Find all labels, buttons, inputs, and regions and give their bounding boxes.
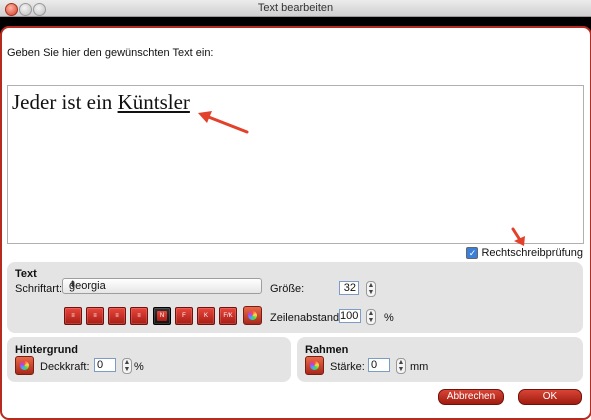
thickness-stepper[interactable]: ▲ ▼ <box>396 358 406 374</box>
opacity-percent: % <box>134 361 144 373</box>
italic-button[interactable]: K <box>197 307 215 325</box>
opacity-label: Deckkraft: <box>40 361 90 373</box>
size-stepper[interactable]: ▲ ▼ <box>366 281 376 297</box>
thickness-unit: mm <box>410 361 429 373</box>
line-spacing-input[interactable]: 100 <box>339 309 361 323</box>
bold-italic-button[interactable]: F/K <box>219 307 237 325</box>
annotation-arrow-icon <box>198 111 249 134</box>
text-color-icon[interactable] <box>243 306 262 325</box>
border-panel-header: Rahmen <box>305 344 349 356</box>
align-left-button[interactable]: ≡ <box>64 307 82 325</box>
opacity-input[interactable]: 0 <box>94 358 116 372</box>
spellcheck-label: Rechtschreibprüfung <box>481 247 583 259</box>
background-color-icon[interactable] <box>15 356 34 375</box>
cancel-button[interactable]: Abbrechen <box>438 389 504 405</box>
line-spacing-label: Zeilenabstand: <box>270 312 343 324</box>
select-arrows-icon: ⬍ <box>69 279 77 289</box>
text-editor[interactable]: Jeder ist ein Küntsler <box>7 85 584 244</box>
annotation-arrow-icon <box>511 227 525 246</box>
thickness-label: Stärke: <box>330 361 365 373</box>
border-color-icon[interactable] <box>305 356 324 375</box>
editor-content[interactable]: Jeder ist ein Küntsler <box>12 90 190 115</box>
size-input[interactable]: 32 <box>339 281 359 295</box>
background-panel-header: Hintergrund <box>15 344 78 356</box>
opacity-stepper[interactable]: ▲ ▼ <box>122 358 132 374</box>
title-bar: Text bearbeiten <box>0 0 591 17</box>
font-select[interactable]: georgia ⬍ <box>62 278 262 294</box>
spellcheck-checkbox[interactable]: ✓ <box>466 247 479 259</box>
editor-text: Jeder ist ein <box>12 90 118 114</box>
spellcheck-option[interactable]: ✓ Rechtschreibprüfung <box>466 247 583 259</box>
align-justify-button[interactable]: ≡ <box>130 307 148 325</box>
window-title: Text bearbeiten <box>257 2 334 14</box>
prompt-label: Geben Sie hier den gewünschten Text ein: <box>7 47 214 59</box>
line-spacing-stepper[interactable]: ▲ ▼ <box>366 309 376 325</box>
ok-button[interactable]: OK <box>518 389 582 405</box>
size-label: Größe: <box>270 283 305 295</box>
align-right-button[interactable]: ≡ <box>108 307 126 325</box>
misspelled-word: Küntsler <box>117 90 190 114</box>
normal-style-button[interactable]: N <box>153 307 171 325</box>
thickness-input[interactable]: 0 <box>368 358 390 372</box>
align-center-button[interactable]: ≡ <box>86 307 104 325</box>
line-spacing-percent: % <box>384 312 394 324</box>
font-label: Schriftart: <box>15 283 63 295</box>
bold-button[interactable]: F <box>175 307 193 325</box>
text-panel-header: Text <box>15 268 37 280</box>
